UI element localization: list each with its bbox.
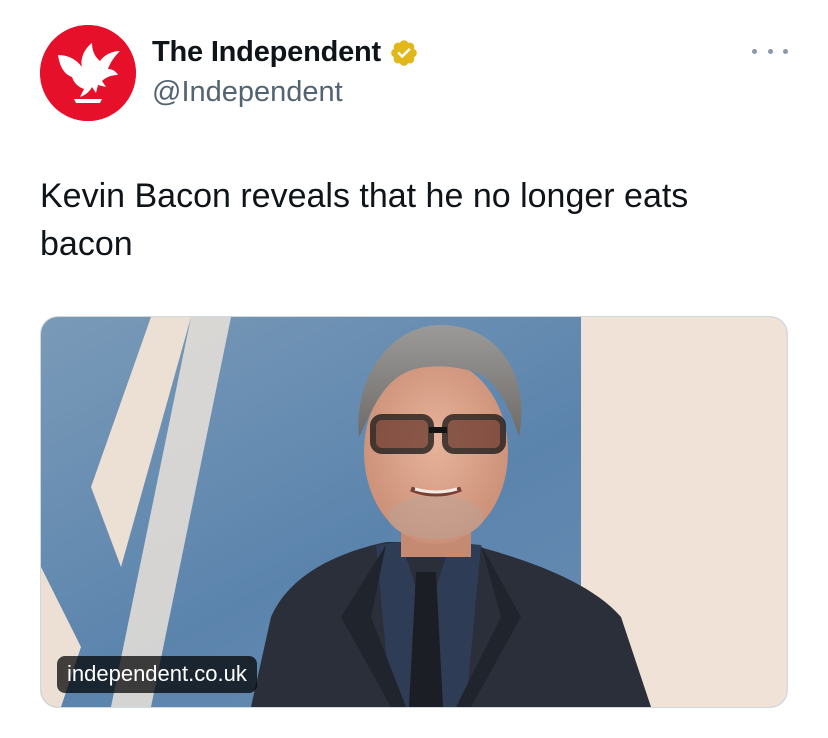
link-domain-badge: independent.co.uk <box>57 656 257 693</box>
eagle-logo-icon <box>40 25 136 121</box>
handle[interactable]: @Independent <box>152 76 343 109</box>
article-photo <box>41 317 787 707</box>
more-options-icon[interactable] <box>752 42 788 60</box>
tweet[interactable]: The Independent @Independent Kevin Bacon… <box>0 0 828 738</box>
avatar[interactable] <box>40 25 136 121</box>
name-row: The Independent <box>152 36 419 69</box>
verified-badge-icon[interactable] <box>389 38 419 68</box>
tweet-text: Kevin Bacon reveals that he no longer ea… <box>40 177 689 263</box>
display-name[interactable]: The Independent <box>152 36 381 69</box>
link-card[interactable]: independent.co.uk <box>40 316 788 708</box>
